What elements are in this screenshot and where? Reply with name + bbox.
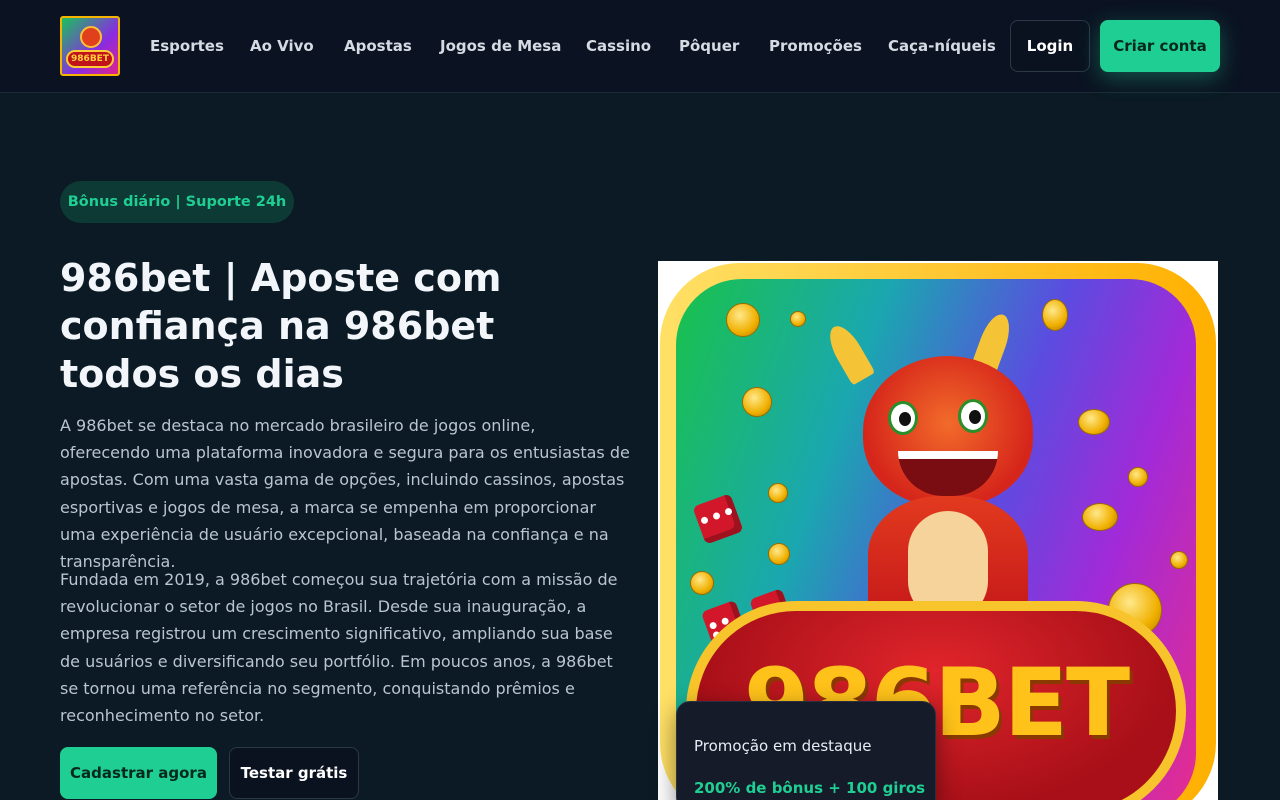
coin-icon: [1128, 467, 1148, 487]
signup-button[interactable]: Cadastrar agora: [60, 747, 217, 799]
coin-icon: [690, 571, 714, 595]
nav-promocoes[interactable]: Promoções: [769, 36, 862, 56]
promo-value: 200% de bônus + 100 giros: [694, 779, 926, 797]
coin-icon: [768, 543, 790, 565]
nav-jogos-de-mesa[interactable]: Jogos de Mesa: [440, 36, 561, 56]
coin-icon: [1170, 551, 1188, 569]
nav-poquer[interactable]: Pôquer: [679, 36, 739, 56]
login-button[interactable]: Login: [1010, 20, 1090, 72]
nav-esportes[interactable]: Esportes: [150, 36, 224, 56]
intro-paragraph: A 986bet se destaca no mercado brasileir…: [60, 416, 630, 572]
promo-label: Promoção em destaque: [694, 737, 872, 755]
coin-icon: [726, 303, 760, 337]
site-header: 986BET Esportes Ao Vivo Apostas Jogos de…: [0, 0, 1280, 93]
dragon-eye: [958, 399, 988, 433]
coin-icon: [1078, 409, 1110, 435]
page-title: 986bet | Aposte com confiança na 986bet …: [60, 256, 502, 396]
create-account-button[interactable]: Criar conta: [1100, 20, 1220, 72]
nav-ao-vivo[interactable]: Ao Vivo: [250, 36, 314, 56]
history-paragraph: Fundada em 2019, a 986bet começou sua tr…: [60, 570, 618, 726]
featured-promo-card[interactable]: Promoção em destaque 200% de bônus + 100…: [676, 701, 936, 800]
nav-caca-niqueis[interactable]: Caça-níqueis: [888, 36, 996, 56]
free-trial-button[interactable]: Testar grátis: [229, 747, 359, 799]
brand-logo[interactable]: 986BET: [60, 16, 120, 76]
coin-icon: [742, 387, 772, 417]
coin-icon: [790, 311, 806, 327]
nav-cassino[interactable]: Cassino: [586, 36, 651, 56]
coin-icon: [1042, 299, 1068, 331]
bonus-badge: Bônus diário | Suporte 24h: [60, 181, 294, 223]
logo-text: 986BET: [66, 50, 114, 68]
dragon-icon: [80, 26, 102, 48]
dragon-eye: [888, 401, 918, 435]
nav-apostas[interactable]: Apostas: [344, 36, 412, 56]
coin-icon: [1082, 503, 1118, 531]
coin-icon: [768, 483, 788, 503]
